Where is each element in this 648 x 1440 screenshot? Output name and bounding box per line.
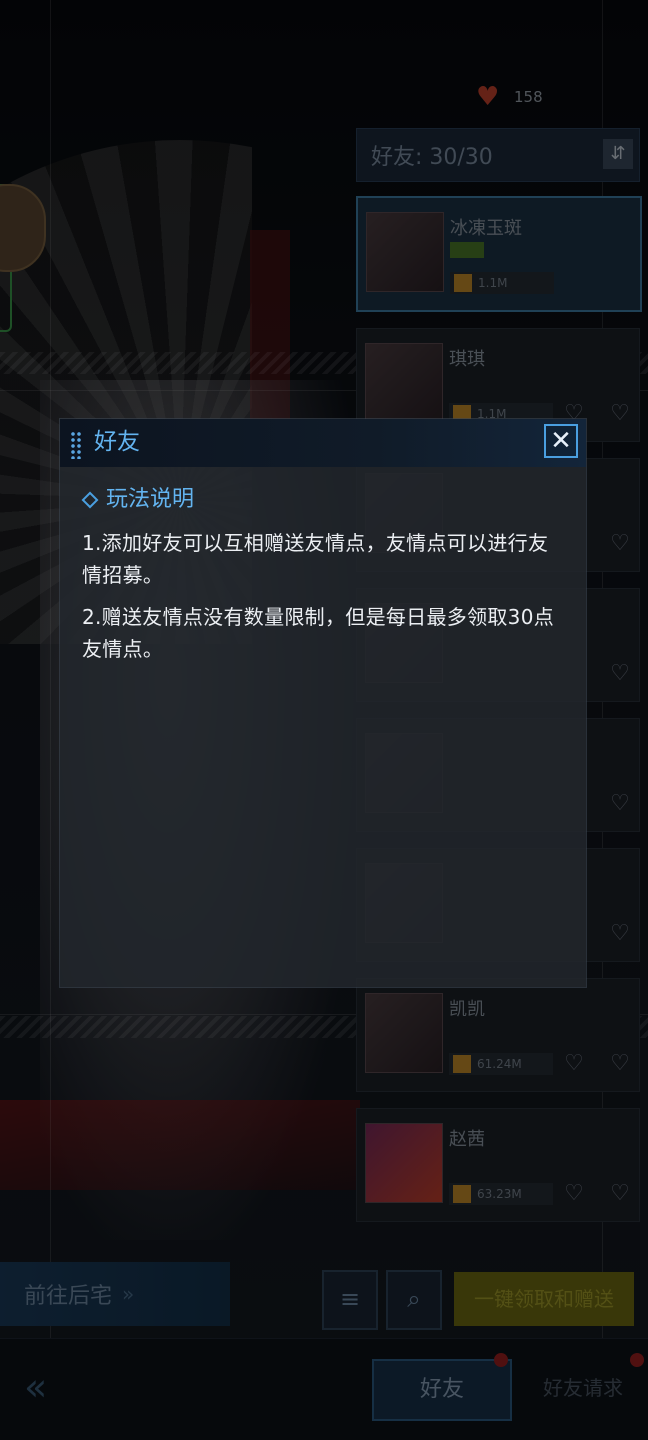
diamond-icon: [81, 491, 99, 509]
help-dialog: 好友 ✕ 玩法说明 1.添加好友可以互相赠送友情点，友情点可以进行友情招募。 2…: [60, 419, 586, 987]
section-heading: 玩法说明: [81, 485, 560, 515]
rule-text: 2.赠送友情点没有数量限制，但是每日最多领取30点友情点。: [82, 605, 555, 661]
section-title: 玩法说明: [106, 487, 195, 512]
dialog-title: 好友: [94, 429, 140, 455]
dialog-header: 好友 ✕: [60, 419, 586, 467]
close-icon: ✕: [550, 426, 572, 456]
rule-text: 1.添加好友可以互相赠送友情点，友情点可以进行友情招募。: [82, 531, 549, 587]
dialog-body: 玩法说明 1.添加好友可以互相赠送友情点，友情点可以进行友情招募。 2.赠送友情…: [81, 485, 560, 675]
close-button[interactable]: ✕: [544, 424, 578, 458]
grip-icon: [70, 431, 82, 459]
